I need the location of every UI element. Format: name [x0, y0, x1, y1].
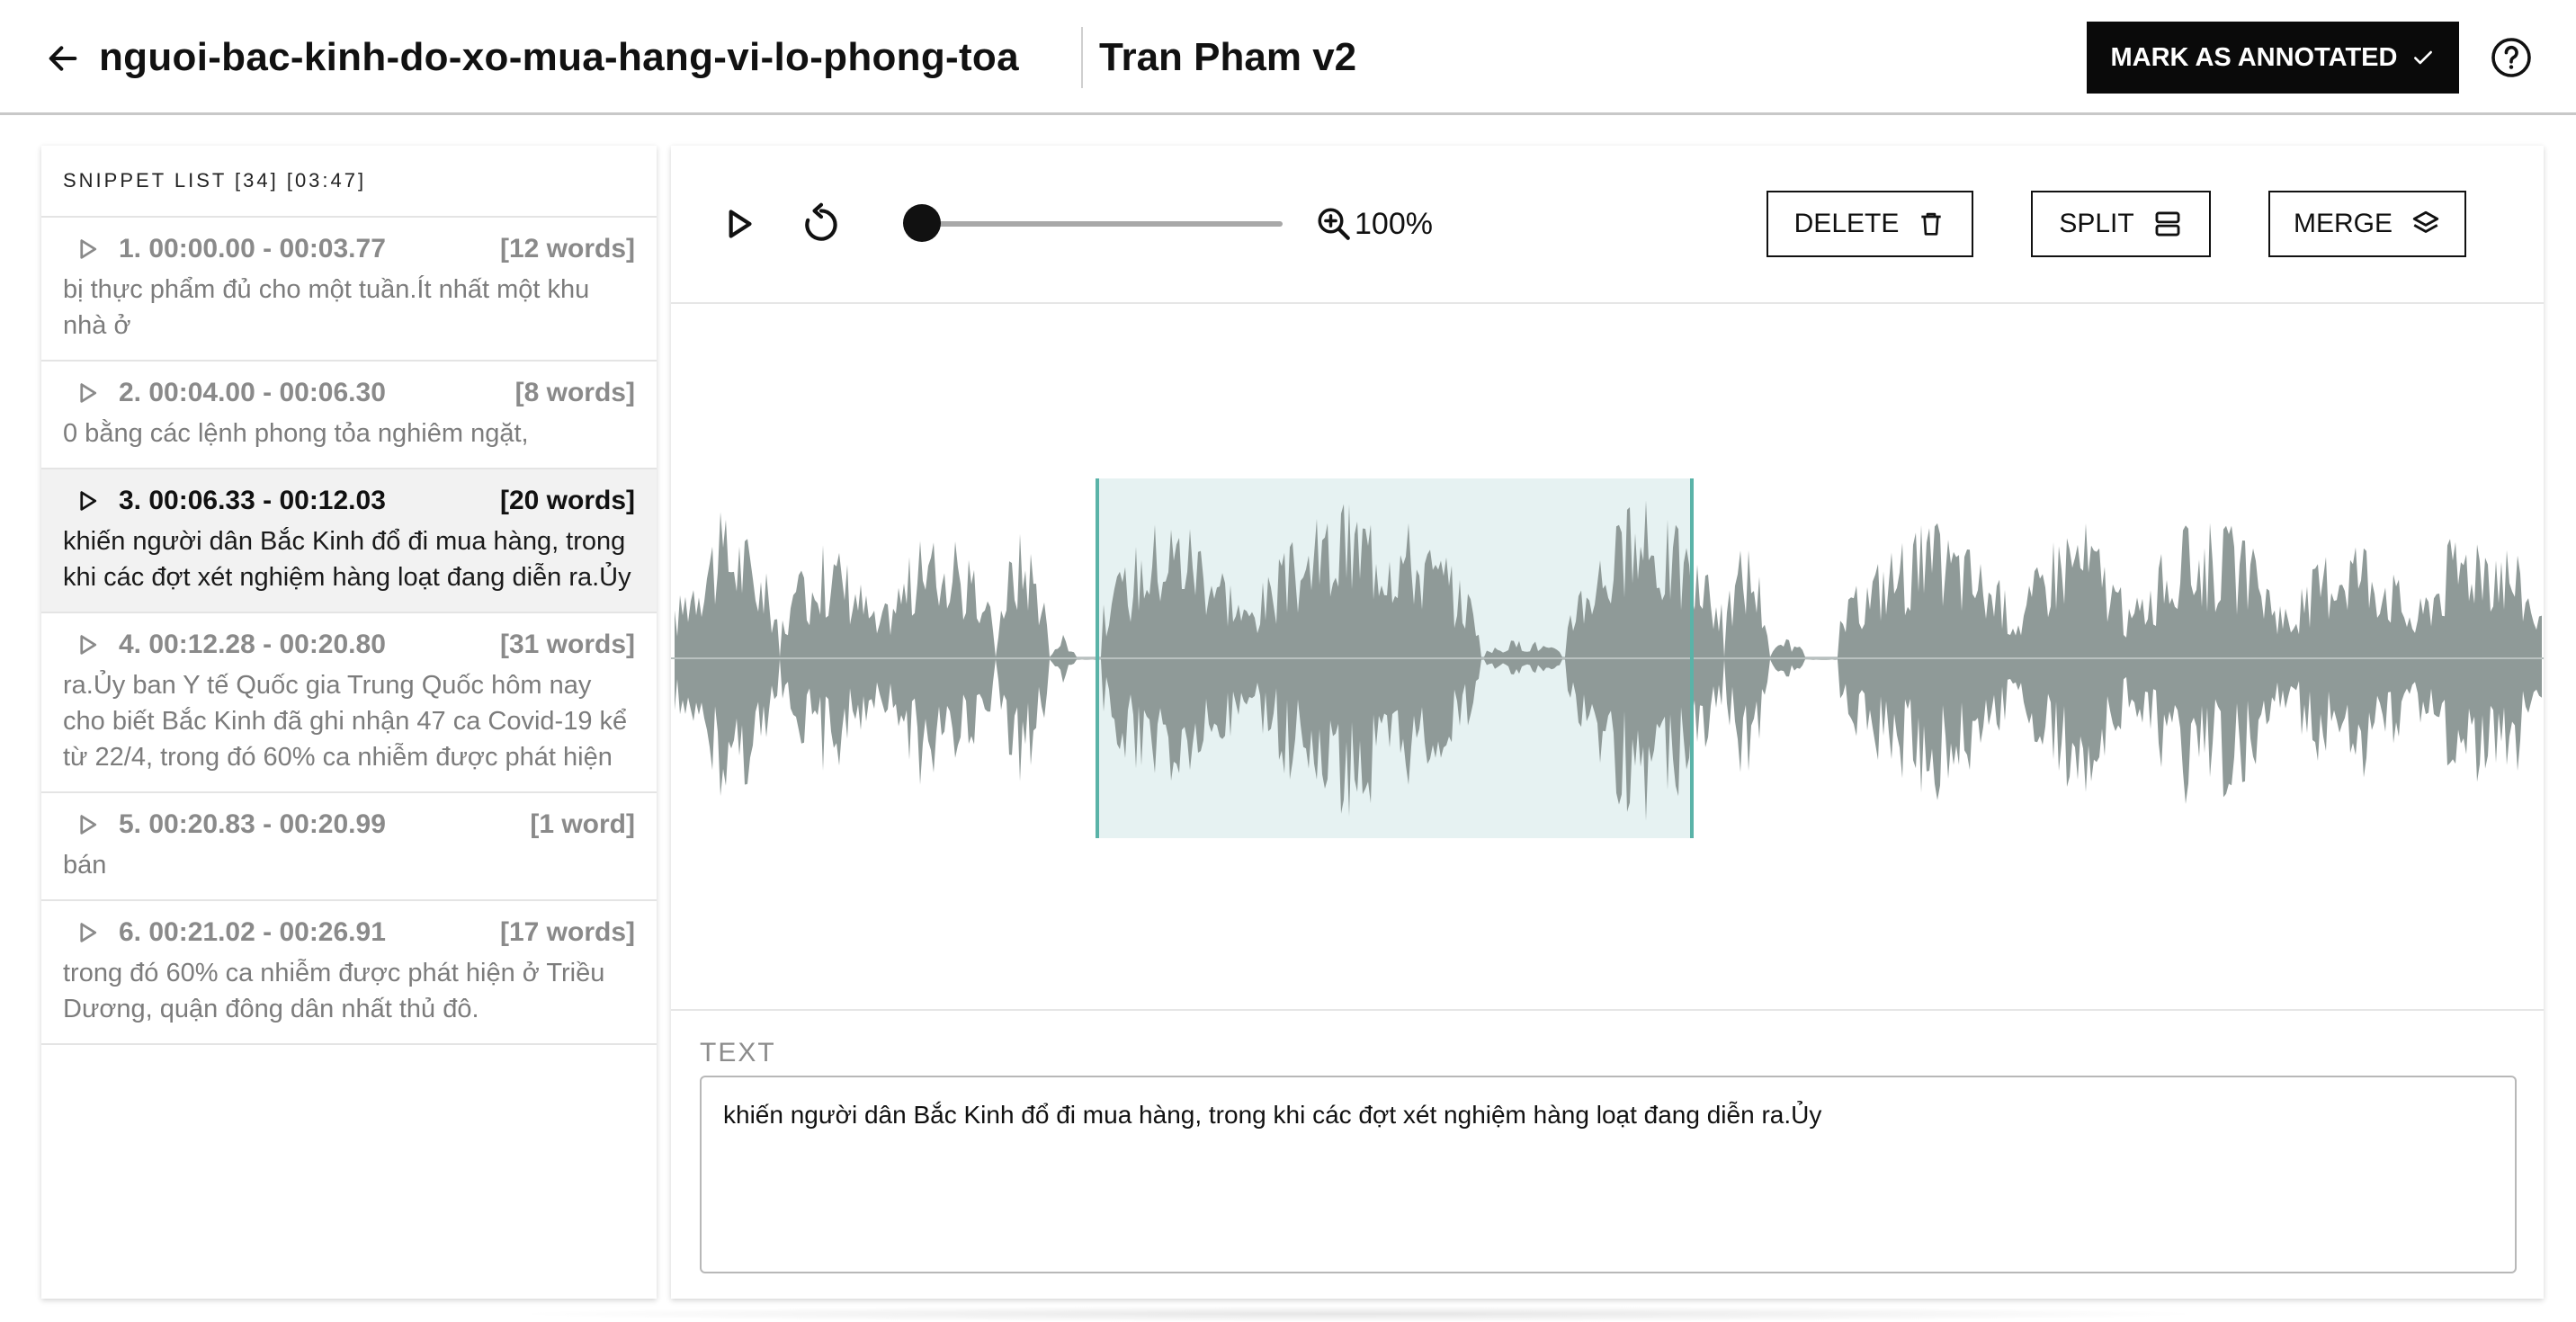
split-button[interactable]: SPLIT	[2031, 191, 2211, 257]
help-button[interactable]	[2490, 36, 2533, 79]
snippet-list-panel: SNIPPET LIST [34] [03:47] 1. 00:00.00 - …	[41, 146, 657, 1299]
snippet-header-row: 3. 00:06.33 - 00:12.03 [20 words]	[63, 469, 635, 515]
snippet-text: bị thực phẩm đủ cho một tuần.Ít nhất một…	[63, 275, 590, 340]
help-icon	[2491, 38, 2531, 77]
snippet-item[interactable]: 4. 00:12.28 - 00:20.80 [31 words] ra.Ủy ba…	[41, 613, 657, 793]
snippet-range: 1. 00:00.00 - 00:03.77	[119, 234, 386, 264]
snippet-header-row: 5. 00:20.83 - 00:20.99 [1 word]	[63, 793, 635, 839]
layers-icon	[2412, 210, 2439, 233]
snippet-word-count: [12 words]	[499, 234, 635, 264]
snippet-text: trong đó 60% ca nhiễm được phát hiện ở T…	[63, 959, 605, 1023]
text-label: TEXT	[700, 1038, 776, 1067]
delete-button[interactable]: DELETE	[1767, 191, 1973, 257]
play-icon[interactable]	[74, 631, 101, 658]
snippet-range: 5. 00:20.83 - 00:20.99	[119, 809, 386, 839]
document-title: nguoi-bac-kinh-do-xo-mua-hang-vi-lo-phon…	[99, 35, 1019, 79]
zoom-level: 100%	[1355, 207, 1433, 241]
annotator-name: Tran Pham v2	[1099, 35, 1357, 79]
back-button[interactable]	[40, 38, 86, 79]
split-label: SPLIT	[2059, 209, 2134, 238]
snippet-text: bán	[63, 851, 107, 880]
snippet-range: 6. 00:21.02 - 00:26.91	[119, 917, 386, 947]
snippet-list-header: SNIPPET LIST [34] [03:47]	[41, 146, 657, 218]
waveform-area[interactable]	[671, 306, 2544, 1011]
waveform[interactable]	[671, 306, 2544, 1011]
snippet-item[interactable]: 1. 00:00.00 - 00:03.77 [12 words] bị thực …	[41, 218, 657, 362]
snippet-range: 2. 00:04.00 - 00:06.30	[119, 378, 386, 407]
editor-toolbar: 100% DELETE SPLIT MERGE	[671, 146, 2544, 304]
playback-slider-thumb[interactable]	[903, 204, 941, 242]
play-icon	[729, 210, 752, 238]
title-divider	[1081, 27, 1083, 88]
snippet-header-row: 2. 00:04.00 - 00:06.30 [8 words]	[63, 362, 635, 407]
snippet-range: 4. 00:12.28 - 00:20.80	[119, 630, 386, 659]
snippet-header-row: 1. 00:00.00 - 00:03.77 [12 words]	[63, 218, 635, 264]
app-header: nguoi-bac-kinh-do-xo-mua-hang-vi-lo-phon…	[0, 0, 2576, 115]
split-icon	[2155, 211, 2180, 237]
mark-as-annotated-button[interactable]: MARK AS ANNOTATED	[2087, 22, 2459, 94]
snippet-item[interactable]: 6. 00:21.02 - 00:26.91 [17 words] trong đó…	[41, 901, 657, 1045]
snippet-item[interactable]: 5. 00:20.83 - 00:20.99 [1 word] bán	[41, 793, 657, 901]
mark-as-annotated-label: MARK AS ANNOTATED	[2110, 42, 2398, 72]
snippet-header-row: 6. 00:21.02 - 00:26.91 [17 words]	[63, 901, 635, 947]
play-button[interactable]	[716, 201, 761, 246]
bottom-shadow	[504, 1306, 2213, 1322]
snippet-word-count: [8 words]	[514, 378, 635, 407]
replay-icon	[805, 202, 837, 241]
merge-button[interactable]: MERGE	[2268, 191, 2466, 257]
delete-label: DELETE	[1793, 209, 1900, 238]
snippet-word-count: [31 words]	[499, 630, 635, 659]
playback-slider[interactable]	[923, 221, 1283, 227]
zoom-in-icon[interactable]	[1315, 205, 1353, 243]
merge-label: MERGE	[2293, 209, 2393, 238]
snippet-text: 0 bằng các lệnh phong tỏa nghiêm ngặt,	[63, 419, 529, 448]
snippet-word-count: [20 words]	[499, 486, 635, 515]
editor-panel: 100% DELETE SPLIT MERGE TEXT khiến người…	[671, 146, 2544, 1299]
snippet-header-row: 4. 00:12.28 - 00:20.80 [31 words]	[63, 613, 635, 659]
snippet-list: 1. 00:00.00 - 00:03.77 [12 words] bị thực …	[41, 218, 657, 1045]
play-icon[interactable]	[74, 236, 101, 263]
check-icon	[2414, 50, 2433, 65]
snippet-item[interactable]: 3. 00:06.33 - 00:12.03 [20 words] khiến ng…	[41, 469, 657, 613]
arrow-left-icon	[49, 46, 77, 71]
play-icon[interactable]	[74, 919, 101, 946]
snippet-text: khiến người dân Bắc Kinh đổ đi mua hàng,…	[63, 527, 631, 592]
snippet-text: ra.Ủy ban Y tế Quốc gia Trung Quốc hôm n…	[63, 671, 628, 772]
play-icon[interactable]	[74, 811, 101, 838]
trash-icon	[1921, 212, 1942, 236]
snippet-word-count: [17 words]	[499, 917, 635, 947]
snippet-range: 3. 00:06.33 - 00:12.03	[119, 486, 386, 515]
transcript-textarea[interactable]: khiến người dân Bắc Kinh đổ đi mua hàng,…	[700, 1076, 2517, 1273]
play-icon[interactable]	[74, 380, 101, 406]
play-icon[interactable]	[74, 487, 101, 514]
replay-button[interactable]	[799, 201, 844, 246]
snippet-item[interactable]: 2. 00:04.00 - 00:06.30 [8 words] 0 bằng cá…	[41, 362, 657, 469]
snippet-word-count: [1 word]	[530, 809, 635, 839]
